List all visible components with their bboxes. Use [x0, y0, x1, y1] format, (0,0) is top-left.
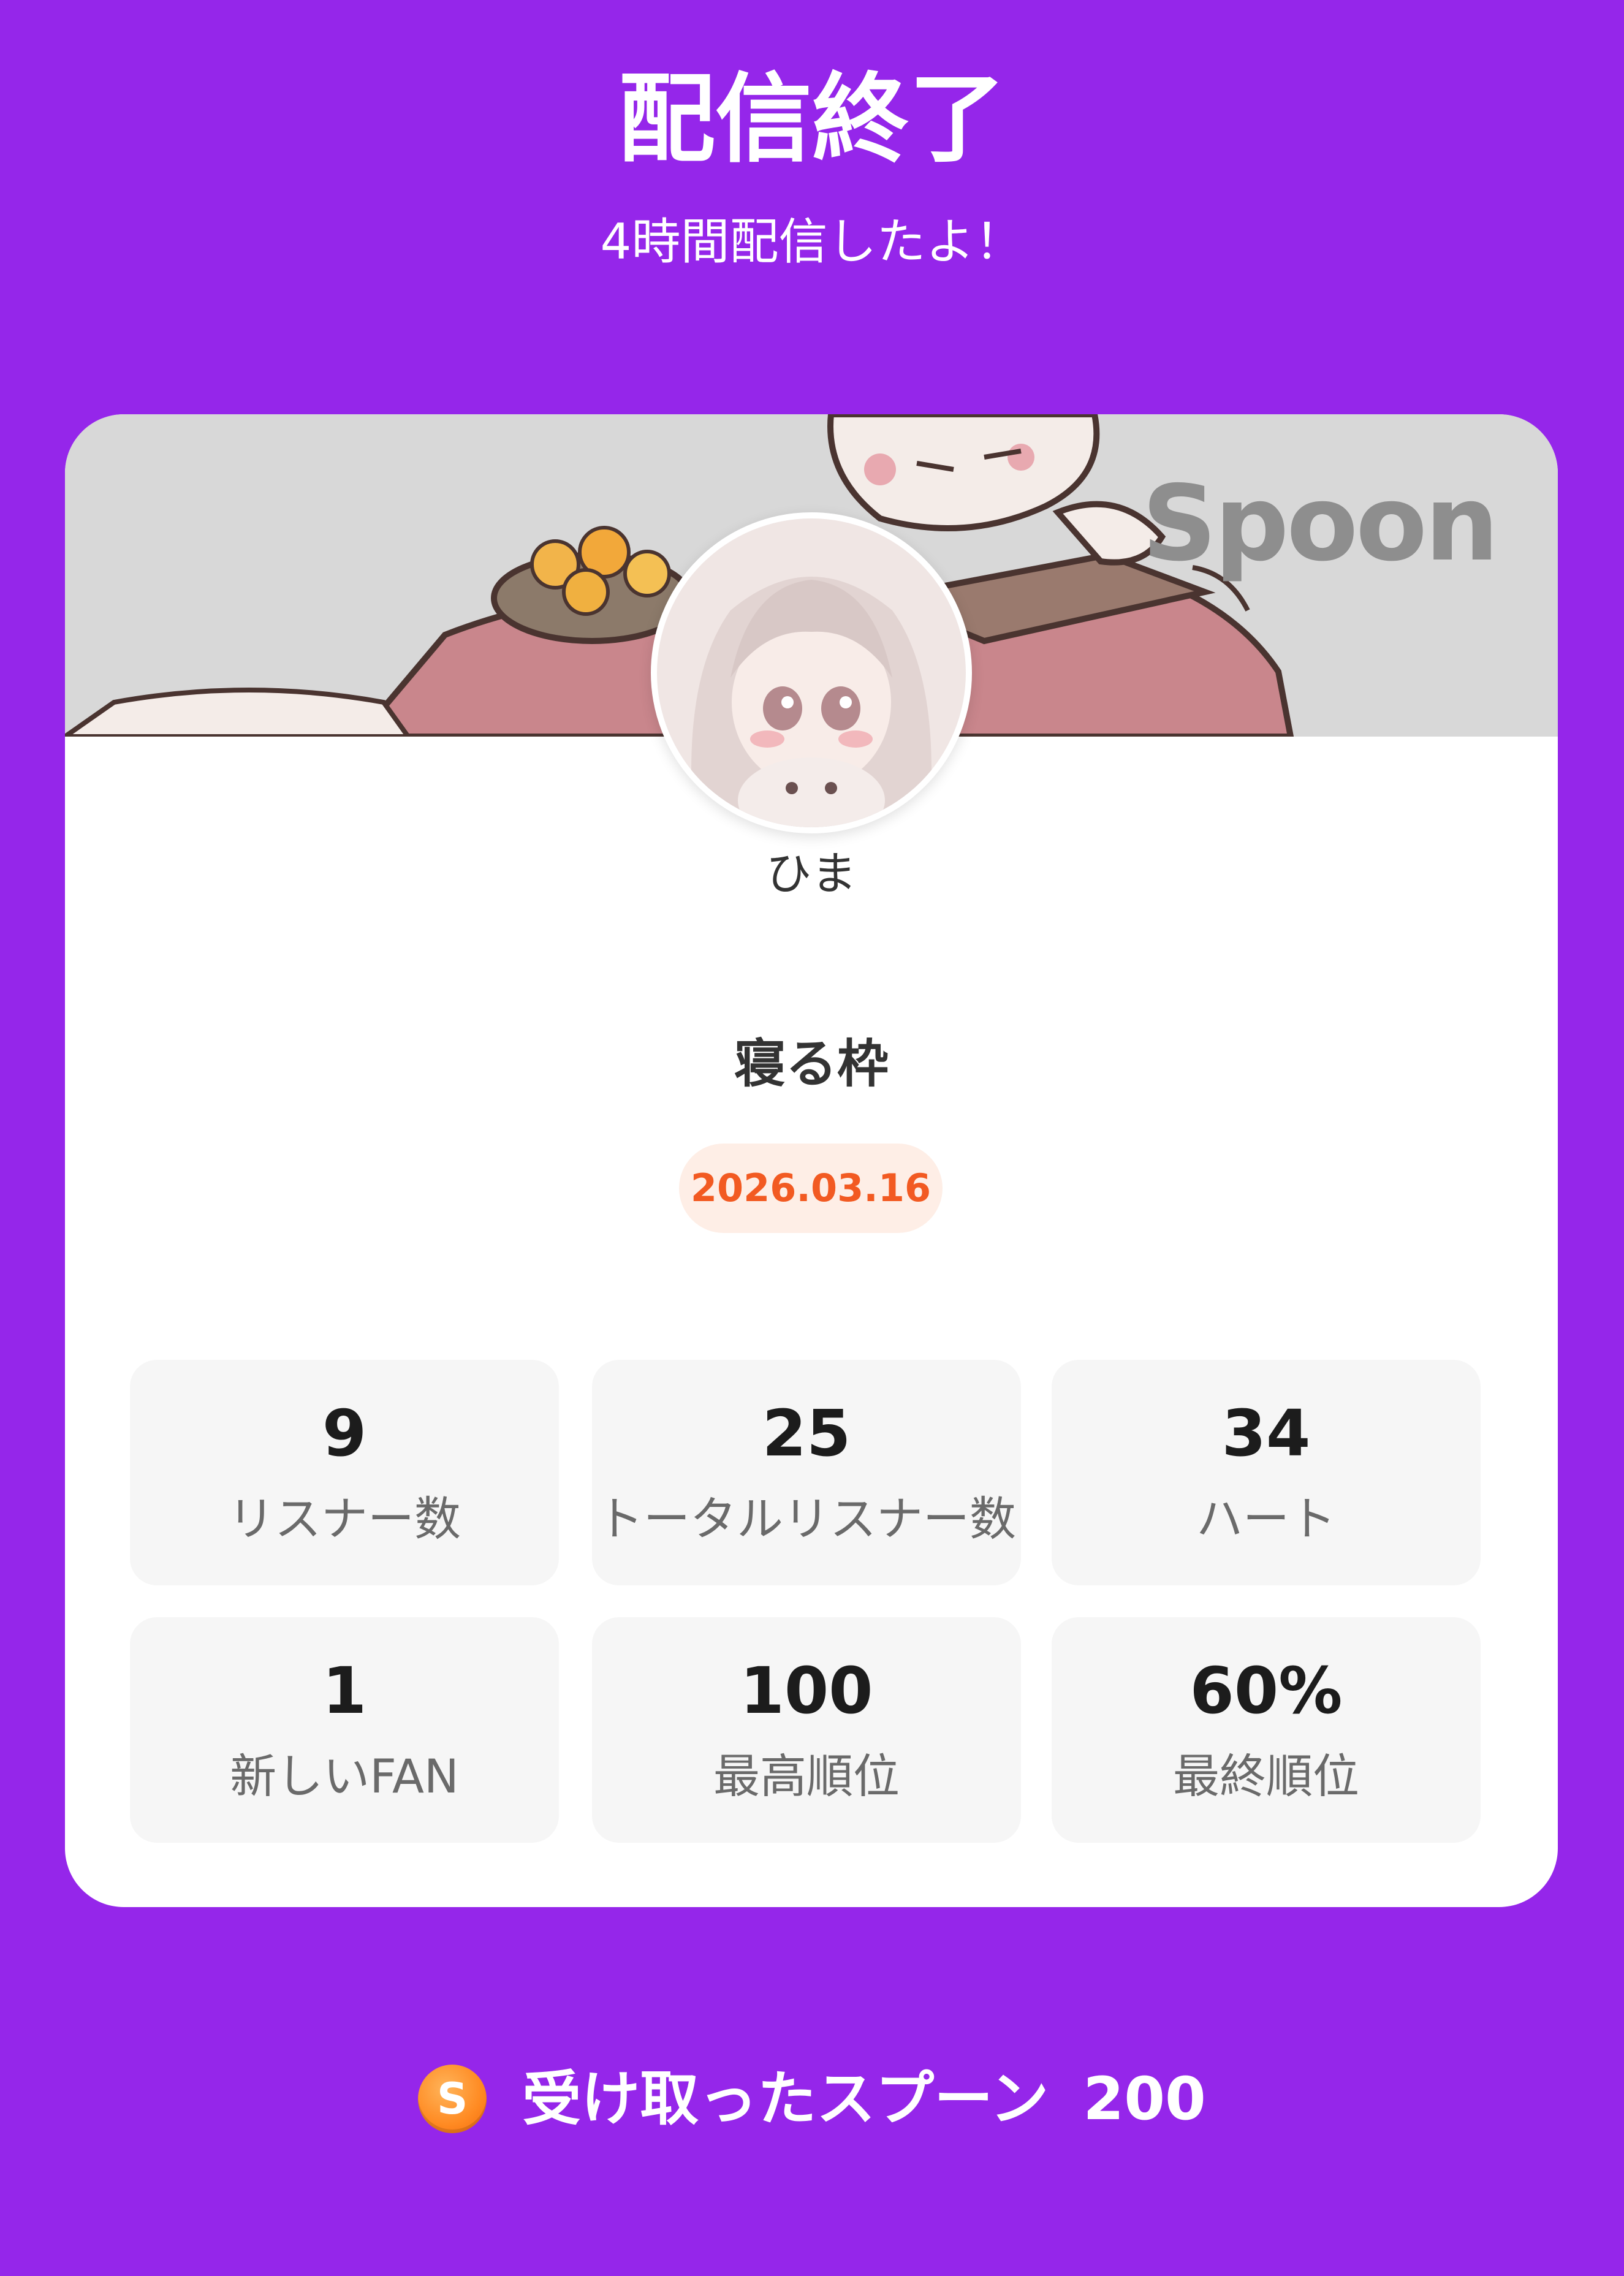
stat-value: 100	[740, 1653, 873, 1728]
stat-final-rank: 60% 最終順位	[1052, 1617, 1481, 1843]
spoons-count: 200	[1083, 2065, 1206, 2133]
page-title: 配信終了	[618, 63, 1006, 176]
stat-label: ハート	[1196, 1492, 1336, 1546]
broadcaster-name: ひま	[766, 848, 857, 900]
spoon-coin-icon: S	[418, 2065, 487, 2133]
stat-top-rank: 100 最高順位	[592, 1617, 1021, 1843]
stat-value: 1	[322, 1653, 367, 1728]
stat-value: 9	[322, 1396, 367, 1471]
stat-label: リスナー数	[228, 1492, 461, 1546]
stat-label: トータルリスナー数	[597, 1492, 1016, 1546]
live-title: 寝る枠	[734, 1034, 889, 1094]
stat-total-listeners: 25 トータルリスナー数	[592, 1360, 1021, 1585]
stat-label: 最高順位	[713, 1749, 900, 1804]
spoon-logo: Spoon	[1142, 463, 1499, 585]
stat-new-fans: 1 新しいFAN	[130, 1617, 559, 1843]
stat-label: 新しいFAN	[230, 1749, 459, 1804]
date-badge: 2026.03.16	[679, 1144, 943, 1233]
spoons-received: S 受け取ったスプーン 200	[0, 2059, 1624, 2139]
stat-label: 最終順位	[1173, 1749, 1359, 1804]
stat-hearts: 34 ハート	[1052, 1360, 1481, 1585]
spoons-label: 受け取ったスプーン	[522, 2065, 1049, 2133]
stat-listeners: 9 リスナー数	[130, 1360, 559, 1585]
page-subtitle: 4時間配信したよ！	[600, 213, 1024, 270]
stat-value: 25	[762, 1396, 851, 1471]
summary-card: Spoon ひま 寝る枠 2026.03.16 9 リスナー数 25 トータルリ…	[65, 414, 1558, 1907]
stat-value: 34	[1221, 1396, 1311, 1471]
avatar-illustration	[657, 518, 966, 827]
avatar	[651, 512, 972, 833]
stat-value: 60%	[1190, 1653, 1343, 1728]
